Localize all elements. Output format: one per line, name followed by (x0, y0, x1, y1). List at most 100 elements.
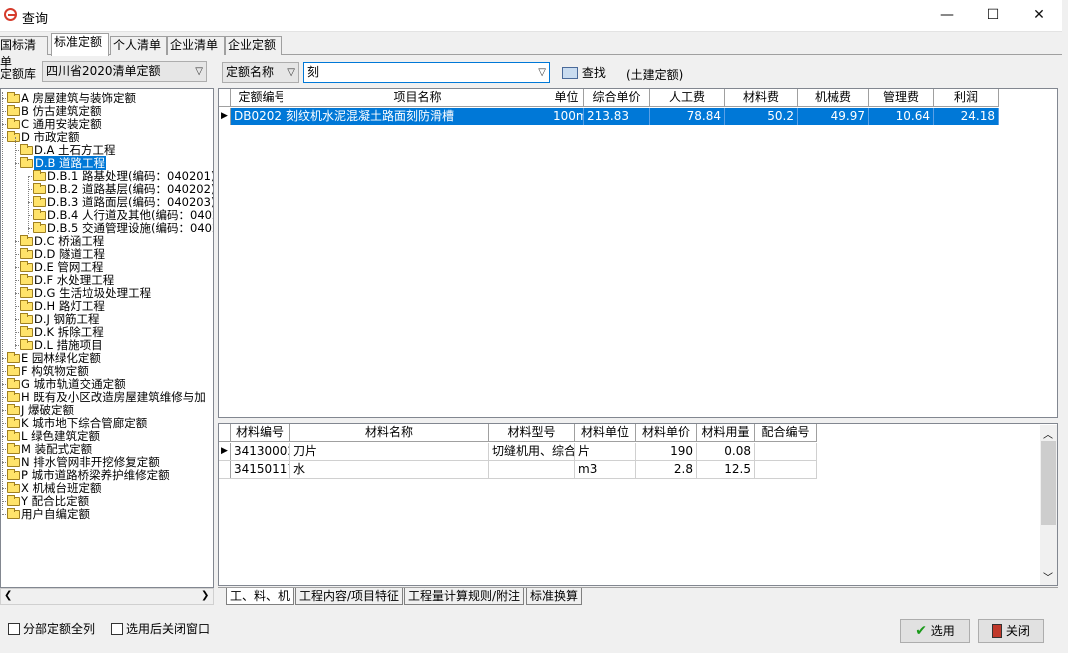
folder-icon (7, 417, 20, 428)
tab-personal-list[interactable]: 个人清单 (110, 36, 167, 55)
folder-icon (7, 456, 20, 467)
tree-horizontal-scrollbar[interactable]: ❮ ❯ (0, 588, 214, 605)
search-input-value: 刻 (307, 65, 320, 79)
table-cell[interactable]: 190 (636, 443, 697, 460)
row-indicator-icon: ▶ (219, 443, 231, 460)
table-cell[interactable]: 12.5 (697, 461, 755, 478)
table-cell[interactable]: 24.18 (934, 108, 999, 125)
grid-corner (219, 89, 231, 107)
tree-node-label: D.D 隧道工程 (34, 247, 106, 261)
quota-col-header[interactable]: 单位 (550, 89, 584, 107)
folder-icon (7, 495, 20, 506)
table-row[interactable]: 34150117 水 m3 2.8 12.5 (219, 461, 817, 479)
chevron-down-icon: ▽ (195, 66, 203, 77)
tab-enterprise-quota[interactable]: 企业定额 (225, 36, 282, 55)
quota-col-header[interactable]: 机械费 (798, 89, 869, 107)
material-col-header[interactable]: 材料单位 (575, 424, 636, 442)
search-input[interactable]: 刻 ▽ (303, 62, 550, 83)
list-all-checkbox[interactable]: 分部定额全列 (8, 622, 95, 636)
quota-col-header[interactable]: 材料费 (725, 89, 798, 107)
table-cell[interactable]: 10.64 (869, 108, 934, 125)
tab-enterprise-list[interactable]: 企业清单 (167, 36, 225, 55)
table-row[interactable]: ▶ 34130002 刀片 切缝机用、综合片 190 0.08 (219, 443, 817, 461)
tree-guide (15, 137, 16, 349)
table-cell[interactable]: 2.8 (636, 461, 697, 478)
table-cell[interactable]: 0.08 (697, 443, 755, 460)
tree-node[interactable]: 用户自编定额 (7, 508, 90, 521)
scroll-left-icon[interactable]: ❮ (4, 590, 12, 601)
material-col-header[interactable]: 配合编号 (755, 424, 817, 442)
material-vertical-scrollbar[interactable]: ︿ ﹀ (1040, 425, 1057, 585)
table-cell[interactable] (489, 461, 575, 478)
find-button[interactable]: 查找 (562, 64, 606, 82)
library-tabs: 国标清单 标准定额 个人清单 企业清单 企业定额 (0, 33, 1062, 69)
tree-node-label: G 城市轨道交通定额 (21, 377, 126, 391)
window-title: 查询 (22, 12, 49, 27)
tab-national-list[interactable]: 国标清单 (0, 36, 48, 69)
table-cell[interactable]: 片 (575, 443, 636, 460)
folder-icon (20, 287, 33, 298)
tab-standard-quota[interactable]: 标准定额 (51, 33, 109, 56)
scrollbar-thumb[interactable] (1041, 441, 1056, 525)
close-after-select-checkbox[interactable]: 选用后关闭窗口 (111, 622, 210, 636)
tree-node-label: H 既有及小区改造房屋建筑维修与加 (21, 390, 206, 404)
table-cell[interactable]: 刻纹机水泥混凝土路面刻防滑槽 (283, 108, 553, 125)
category-hint: (土建定额) (626, 68, 684, 82)
tree-node-label: L 绿色建筑定额 (21, 429, 101, 443)
tab-labor-material-machine[interactable]: 工、料、机 (226, 588, 295, 605)
folder-icon (7, 482, 20, 493)
material-col-header[interactable]: 材料用量 (697, 424, 755, 442)
scroll-right-icon[interactable]: ❯ (201, 590, 209, 601)
select-button[interactable]: ✔ 选用 (900, 619, 970, 643)
quota-col-header[interactable]: 综合单价 (584, 89, 650, 107)
quota-col-header[interactable]: 管理费 (869, 89, 934, 107)
tree-node-label: D.B 道路工程 (34, 156, 107, 170)
table-cell[interactable]: 213.83 (584, 108, 650, 125)
scroll-up-icon[interactable]: ︿ (1043, 426, 1053, 441)
tab-calc-rules[interactable]: 工程量计算规则/附注 (404, 588, 525, 605)
tab-work-content[interactable]: 工程内容/项目特征 (295, 588, 404, 605)
material-col-header[interactable]: 材料单价 (636, 424, 697, 442)
checkmark-icon: ✔ (915, 623, 927, 639)
scroll-down-icon[interactable]: ﹀ (1043, 569, 1053, 584)
close-button[interactable]: 关闭 (978, 619, 1044, 643)
tree-node-label: A 房屋建筑与装饰定额 (21, 91, 137, 105)
quota-col-header[interactable]: 利润 (934, 89, 999, 107)
table-cell[interactable]: 切缝机用、综合 (489, 443, 575, 460)
table-cell[interactable]: 49.97 (798, 108, 869, 125)
material-col-header[interactable]: 材料名称 (290, 424, 489, 442)
tab-standard-conversion[interactable]: 标准换算 (526, 588, 583, 605)
tree-node-label: K 城市地下综合管廊定额 (21, 416, 148, 430)
folder-icon (20, 313, 33, 324)
maximize-button[interactable]: ☐ (970, 4, 1016, 28)
material-col-header[interactable]: 材料型号 (489, 424, 575, 442)
table-cell[interactable]: m3 (575, 461, 636, 478)
table-cell[interactable]: 水 (290, 461, 489, 478)
search-field-select[interactable]: 定额名称 ▽ (222, 62, 299, 83)
find-button-label: 查找 (581, 66, 606, 80)
quota-lib-label: 定额库 (0, 67, 37, 81)
table-cell[interactable]: 100m2 (550, 108, 584, 125)
tree-node-label: D.C 桥涵工程 (34, 234, 105, 248)
table-cell[interactable]: 78.84 (650, 108, 725, 125)
quota-lib-select[interactable]: 四川省2020清单定额 ▽ (42, 61, 207, 82)
table-row[interactable]: ▶DB0202刻纹机水泥混凝土路面刻防滑槽100m2213.8378.8450.… (219, 108, 999, 125)
material-col-header[interactable]: 材料编号 (231, 424, 290, 442)
folder-icon (7, 378, 20, 389)
grid-corner (219, 424, 231, 442)
quota-col-header[interactable]: 项目名称 (283, 89, 553, 107)
table-cell[interactable]: 50.2 (725, 108, 798, 125)
folder-icon (20, 274, 33, 285)
table-cell[interactable] (755, 461, 817, 478)
table-cell[interactable] (755, 443, 817, 460)
folder-icon (7, 469, 20, 480)
close-window-button[interactable]: ✕ (1016, 4, 1062, 28)
table-cell[interactable]: 34130002 (231, 443, 290, 460)
table-cell[interactable]: 34150117 (231, 461, 290, 478)
detail-tabs: 工、料、机 工程内容/项目特征 工程量计算规则/附注 标准换算 (218, 587, 1058, 605)
table-cell[interactable]: 刀片 (290, 443, 489, 460)
quota-col-header[interactable]: 人工费 (650, 89, 725, 107)
minimize-button[interactable]: — (924, 4, 970, 28)
tree-node-label: D.L 措施项目 (34, 338, 103, 352)
tree-node-label: D.B.3 道路面层(编码：040203) (47, 195, 214, 209)
